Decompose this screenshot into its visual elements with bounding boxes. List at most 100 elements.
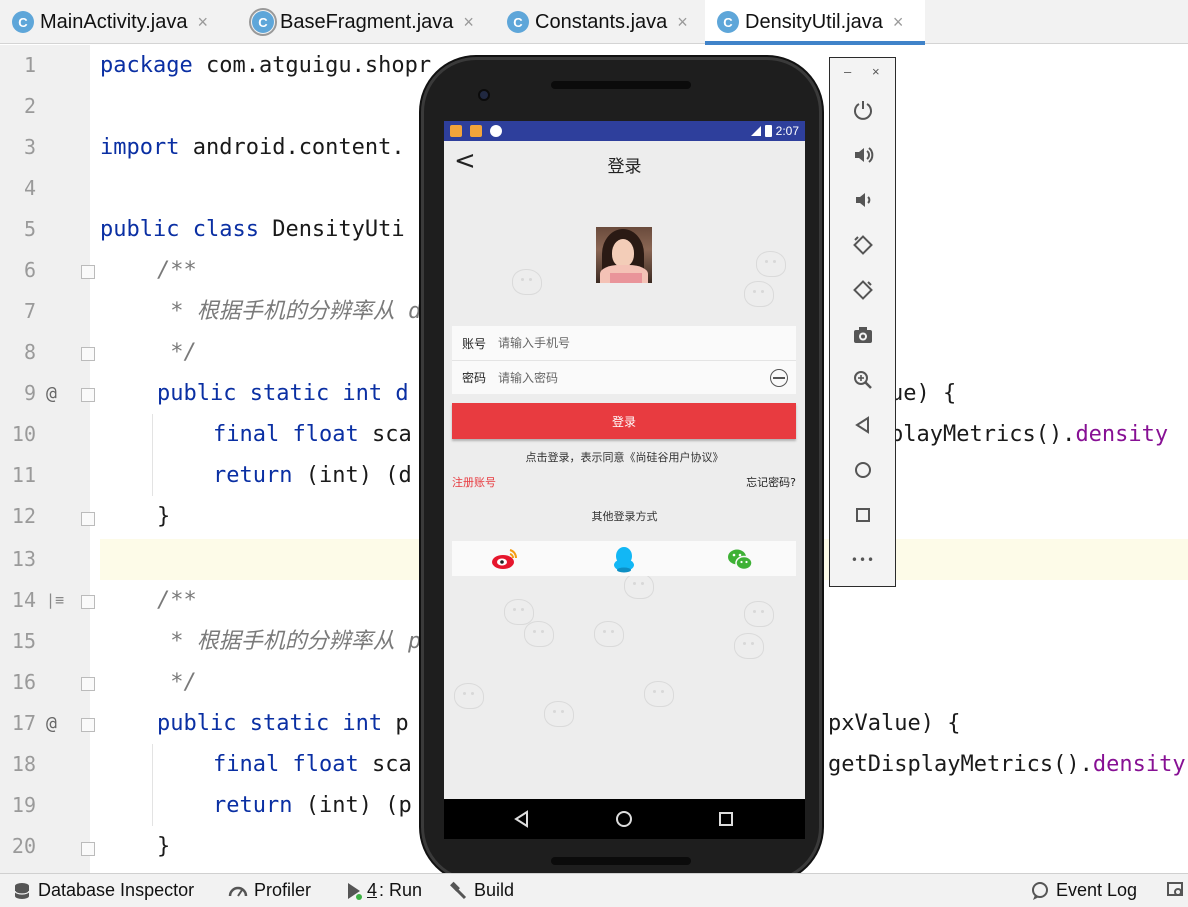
fold-toggle-icon[interactable] <box>81 388 95 402</box>
fold-toggle-icon[interactable] <box>81 265 95 279</box>
qq-icon[interactable] <box>609 544 639 574</box>
fold-toggle-icon[interactable] <box>81 347 95 361</box>
code-line: package com.atguigu.shopr <box>100 53 432 78</box>
code-line: return (int) (d <box>213 463 412 488</box>
background-doodle <box>594 621 624 647</box>
background-doodle <box>504 599 534 625</box>
minimize-button[interactable]: – <box>844 64 851 79</box>
signal-icon <box>750 126 761 136</box>
register-link[interactable]: 注册账号 <box>452 474 496 490</box>
fold-toggle-icon[interactable] <box>81 842 95 856</box>
code-comment: /** <box>157 258 197 283</box>
background-doodle <box>756 251 786 277</box>
code-line: } <box>157 834 171 859</box>
line-number: 12 <box>11 504 36 528</box>
close-icon[interactable]: × <box>893 12 904 33</box>
rotate-right-icon[interactable] <box>850 277 876 303</box>
indent-guide <box>152 414 153 496</box>
line-number: 16 <box>11 670 36 694</box>
background-doodle <box>644 681 674 707</box>
forgot-password-link[interactable]: 忘记密码? <box>746 474 796 490</box>
build-label: Build <box>474 880 515 900</box>
run-icon <box>348 882 362 900</box>
build-button[interactable]: Build <box>448 880 514 901</box>
fold-toggle-icon[interactable] <box>81 677 95 691</box>
background-doodle <box>744 281 774 307</box>
password-field: 密码 <box>452 360 796 394</box>
password-label: 密码 <box>462 371 487 385</box>
tab-constants[interactable]: C Constants.java × <box>495 0 703 44</box>
background-doodle <box>734 633 764 659</box>
nav-overview-icon[interactable] <box>716 809 736 829</box>
login-button[interactable]: 登录 <box>452 403 796 439</box>
account-field: 账号 <box>452 326 796 360</box>
nav-home-icon[interactable] <box>614 809 634 829</box>
layout-inspector-button[interactable] <box>1166 880 1186 900</box>
tab-densityutil[interactable]: C DensityUtil.java × <box>705 0 925 45</box>
rotate-left-icon[interactable] <box>850 232 876 258</box>
power-icon[interactable] <box>850 97 876 123</box>
override-gutter-icon[interactable]: @ <box>46 373 57 414</box>
code-comment: /** <box>157 588 197 613</box>
code-comment: * 根据手机的分辨率从 d <box>157 299 422 324</box>
line-number: 13 <box>11 547 36 571</box>
zoom-icon[interactable] <box>850 367 876 393</box>
volume-down-icon[interactable] <box>850 187 876 213</box>
home-icon[interactable] <box>850 457 876 483</box>
weibo-icon[interactable] <box>490 544 520 574</box>
tab-basefragment[interactable]: C BaseFragment.java × <box>240 0 495 44</box>
class-file-icon: C <box>12 11 34 33</box>
fold-toggle-icon[interactable] <box>81 595 95 609</box>
line-number: 8 <box>23 340 36 364</box>
code-line: import android.content. <box>100 135 405 160</box>
run-button[interactable]: 4: Run <box>345 880 422 901</box>
background-doodle <box>454 683 484 709</box>
agreement-text[interactable]: 点击登录，表示同意《尚硅谷用户协议》 <box>444 449 805 465</box>
social-login-bar <box>452 541 796 576</box>
password-input[interactable] <box>498 370 770 385</box>
class-file-icon: C <box>249 8 277 36</box>
code-line: final float sca <box>213 752 412 777</box>
line-number: 7 <box>23 299 36 323</box>
volume-up-icon[interactable] <box>850 142 876 168</box>
profiler-button[interactable]: Profiler <box>228 880 311 901</box>
database-inspector-button[interactable]: Database Inspector <box>12 880 194 901</box>
event-log-button[interactable]: Event Log <box>1030 880 1137 901</box>
line-number: 3 <box>23 135 36 159</box>
overview-icon[interactable] <box>850 502 876 528</box>
more-icon[interactable]: ••• <box>850 547 876 573</box>
code-line: public static int d <box>157 381 409 406</box>
database-icon <box>14 882 30 899</box>
page-title: 登录 <box>607 157 642 177</box>
close-icon[interactable]: × <box>677 12 688 33</box>
line-number: 19 <box>11 793 36 817</box>
line-number: 18 <box>11 752 36 776</box>
fold-toggle-icon[interactable] <box>81 512 95 526</box>
override-gutter-icon[interactable]: @ <box>46 703 57 744</box>
other-login-heading: 其他登录方式 <box>591 510 658 523</box>
fold-toggle-icon[interactable] <box>81 718 95 732</box>
close-button[interactable]: × <box>872 64 880 79</box>
tab-mainactivity[interactable]: C MainActivity.java × <box>0 0 240 44</box>
device-screen[interactable]: 2:07 < 登录 账号 请输入手机号 密码 登录 点击登录，表示同意《尚硅谷用… <box>444 121 805 799</box>
line-number: 11 <box>11 463 36 487</box>
tab-label: Constants.java <box>535 10 668 33</box>
earpiece <box>551 81 691 89</box>
code-line: playMetrics().density <box>890 422 1169 447</box>
gauge-icon <box>228 886 248 897</box>
camera-icon[interactable] <box>850 322 876 348</box>
tab-label: DensityUtil.java <box>745 10 883 33</box>
class-file-icon: C <box>507 11 529 33</box>
close-icon[interactable]: × <box>463 12 474 33</box>
account-input[interactable] <box>498 336 796 350</box>
nav-back-icon[interactable] <box>512 809 532 829</box>
code-line: getDisplayMetrics().density <box>828 752 1186 777</box>
event-log-label: Event Log <box>1056 880 1138 900</box>
back-icon[interactable] <box>850 412 876 438</box>
structure-gutter-icon[interactable]: |≡ <box>46 580 64 621</box>
toggle-password-visibility-icon[interactable] <box>770 368 788 387</box>
avatar[interactable] <box>596 227 652 283</box>
close-icon[interactable]: × <box>197 12 208 33</box>
line-number: 1 <box>23 53 36 77</box>
wechat-icon[interactable] <box>725 544 755 574</box>
